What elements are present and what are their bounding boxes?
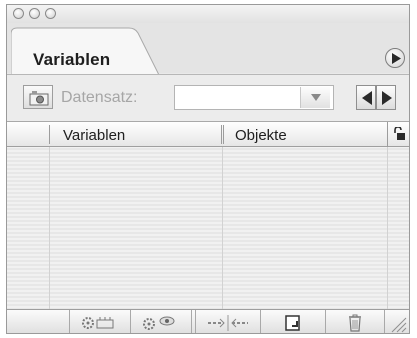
unlink-icon [208,315,248,331]
camera-icon [29,91,49,106]
title-bar[interactable] [7,5,409,23]
capture-dataset-button[interactable] [23,85,53,109]
close-button[interactable] [13,8,24,19]
delete-variable-button[interactable] [326,310,384,333]
toolbar-divider [191,310,192,333]
chevron-down-icon [311,94,321,101]
bind-visibility-button[interactable] [70,310,130,333]
column-header-objects[interactable]: Objekte [235,127,287,144]
dataset-dropdown-button[interactable] [300,87,330,108]
toolbar-divider [384,310,385,333]
column-resize-handle[interactable] [221,125,224,144]
tab-variables[interactable]: Variablen [33,50,110,70]
zoom-button[interactable] [45,8,56,19]
triangle-right-icon [382,91,392,105]
lock-column[interactable] [387,122,409,147]
minimize-button[interactable] [29,8,40,19]
lock-icon [394,127,405,140]
column-gridline [49,147,50,309]
previous-dataset-button[interactable] [356,85,376,110]
new-page-icon [285,315,300,331]
table-body[interactable] [7,147,409,309]
column-gridline [387,147,388,309]
new-variable-button[interactable] [261,310,325,333]
triangle-right-icon [392,53,401,64]
column-header-variables[interactable]: Variablen [63,127,125,144]
dataset-label: Datensatz: [61,89,138,106]
triangle-left-icon [362,91,372,105]
dataset-toolbar: Datensatz: [7,75,409,121]
gear-link-icon [82,317,114,329]
variables-panel-window: Variablen Datensatz: Variablen Objekte [6,4,410,334]
resize-grip-icon[interactable] [389,315,407,333]
table-header: Variablen Objekte [7,122,409,147]
column-gridline [222,147,223,309]
panel-tab-row: Variablen [7,23,409,75]
bottom-toolbar [7,309,409,333]
column-divider [49,125,50,144]
gear-eye-icon [143,316,175,330]
trash-icon [349,314,361,332]
next-dataset-button[interactable] [376,85,396,110]
unbind-button[interactable] [196,310,260,333]
panel-menu-button[interactable] [385,48,405,68]
bind-visibility-eye-button[interactable] [131,310,191,333]
variables-table: Variablen Objekte [7,121,409,309]
